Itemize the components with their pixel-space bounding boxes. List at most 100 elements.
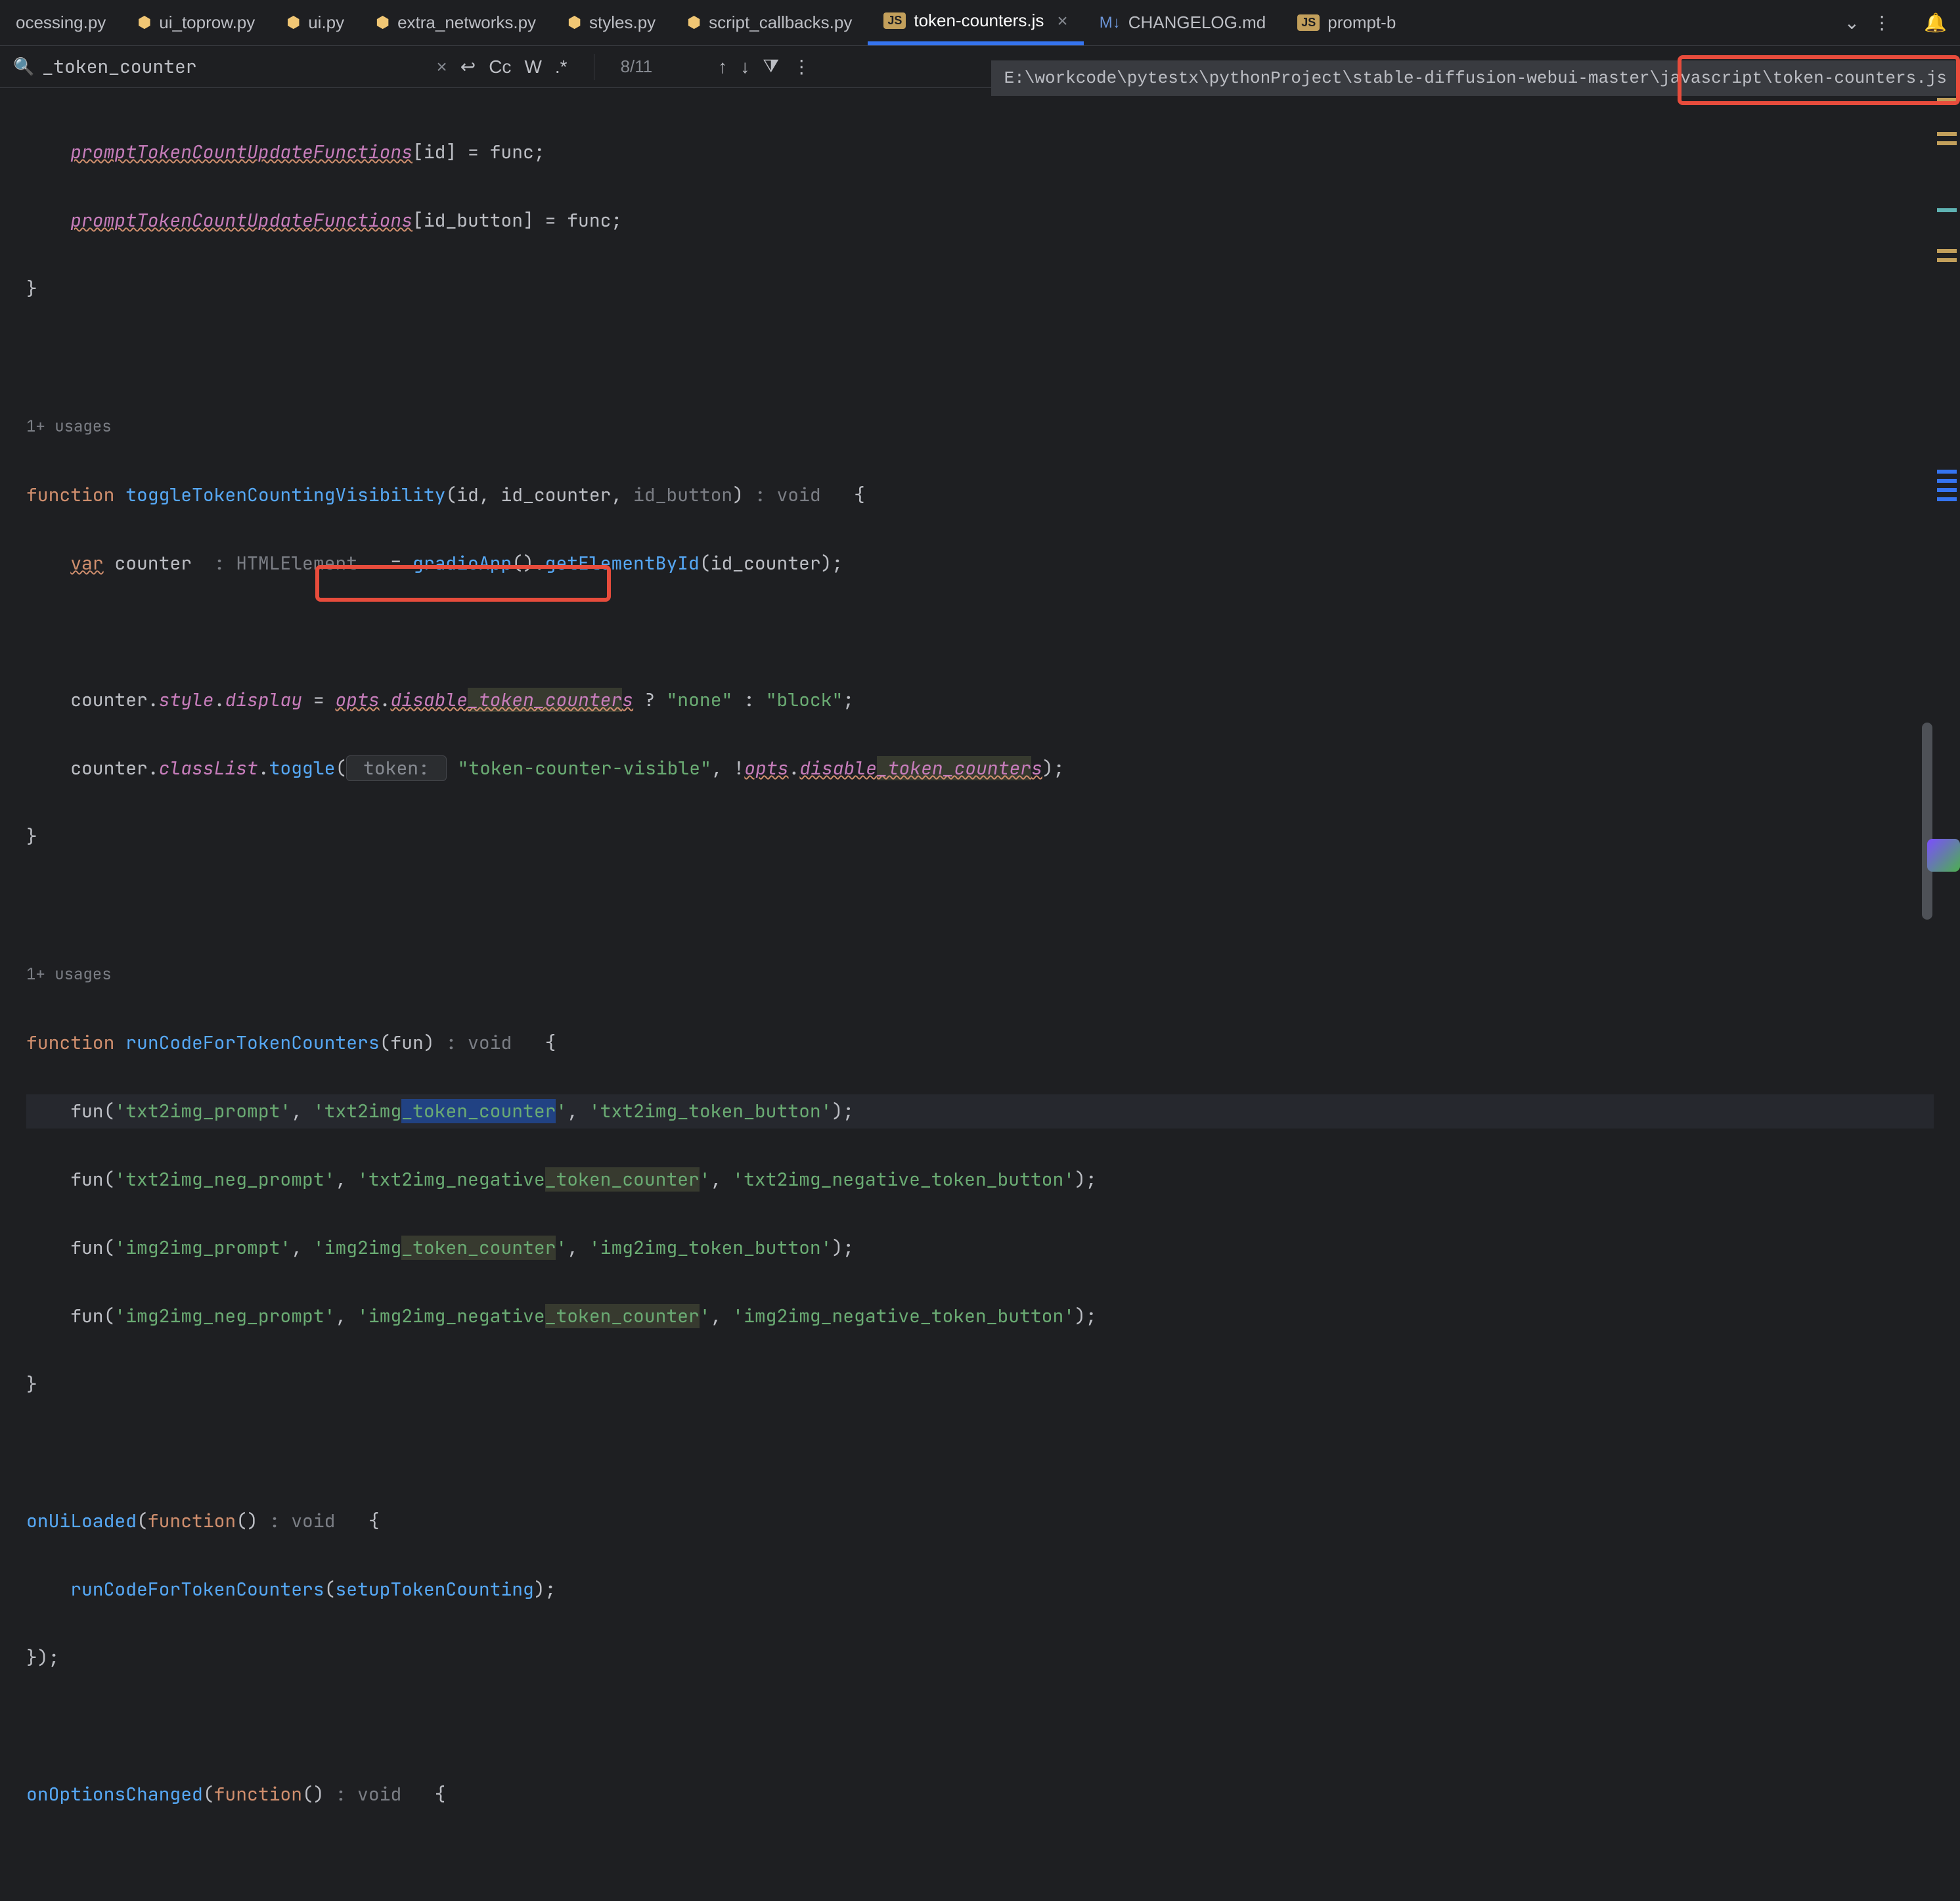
gutter-mark [1937, 258, 1957, 262]
gutter-mark [1937, 497, 1957, 501]
tab-label: prompt-b [1327, 12, 1396, 33]
string: 'txt2img_neg_prompt' [114, 1167, 335, 1192]
code-editor[interactable]: promptTokenCountUpdateFunctions[id] = fu… [0, 88, 1960, 1901]
python-icon: ⬢ [568, 13, 581, 32]
tab-changelog[interactable]: M↓CHANGELOG.md [1084, 0, 1282, 45]
python-icon: ⬢ [137, 13, 151, 32]
code-text: () [302, 1782, 324, 1806]
gutter-mark [1937, 132, 1957, 136]
string: 'img2img_token_counter' [313, 1236, 567, 1260]
type-hint: : void [324, 1782, 412, 1806]
string: 'txt2img_negative_token_counter' [357, 1167, 711, 1192]
tab-prompt[interactable]: JSprompt-b [1281, 0, 1412, 45]
code-brace: } [26, 277, 37, 301]
tab-label: script_callbacks.py [709, 12, 852, 33]
filter-icon[interactable]: ⧩ [763, 56, 779, 78]
code-prop: disable_token_counters [799, 756, 1042, 780]
close-icon[interactable]: × [1057, 11, 1067, 32]
gutter-mark [1937, 249, 1957, 253]
tab-label: ui.py [308, 12, 344, 33]
regex-toggle[interactable]: .* [555, 56, 568, 78]
code-prop: display [225, 688, 302, 712]
gutter-mark [1937, 98, 1957, 102]
tab-script-callbacks[interactable]: ⬢script_callbacks.py [671, 0, 868, 45]
code-text: () [236, 1509, 258, 1533]
code-text: = [368, 551, 412, 575]
function-call: toggle [269, 756, 336, 780]
more-icon[interactable]: ⋮ [1873, 12, 1891, 34]
tab-label: CHANGELOG.md [1128, 12, 1266, 33]
code-text: : [732, 688, 765, 712]
search-input[interactable] [42, 55, 436, 79]
string: 'txt2img_prompt' [114, 1099, 291, 1123]
word-toggle[interactable]: W [524, 56, 541, 78]
keyword: function [214, 1782, 302, 1806]
keyword: function [26, 1031, 114, 1055]
code-text: ? [633, 688, 666, 712]
scrollbar[interactable] [1922, 723, 1932, 920]
string: "none" [667, 688, 733, 712]
tab-token-counters[interactable]: JStoken-counters.js× [868, 0, 1083, 45]
code-text: }); [26, 1645, 59, 1670]
history-icon[interactable]: ↩ [460, 56, 476, 78]
gutter-mark [1937, 208, 1957, 212]
code-prop: classList [159, 756, 258, 780]
string: 'txt2img_token_counter' [313, 1099, 567, 1123]
tab-ui-toprow[interactable]: ⬢ ui_toprow.py [122, 0, 271, 45]
code-prop: opts [744, 756, 788, 780]
next-match-icon[interactable]: ↓ [740, 56, 749, 78]
keyword: function [26, 483, 114, 507]
code-brace: } [26, 824, 37, 849]
code-text: , ! [711, 756, 744, 780]
prev-match-icon[interactable]: ↑ [718, 56, 727, 78]
code-text: [id] = func; [412, 140, 545, 164]
function-call: fun [70, 1304, 103, 1328]
function-call: fun [70, 1099, 103, 1123]
code-prop: disable_token_counters [390, 688, 633, 712]
type-hint: : void [435, 1031, 523, 1055]
code-text: = [302, 688, 335, 712]
string: 'img2img_neg_prompt' [114, 1304, 335, 1328]
code-prop: opts [335, 688, 379, 712]
clear-search-icon[interactable]: × [436, 56, 447, 78]
keyword: function [148, 1509, 236, 1533]
string: "block" [766, 688, 843, 712]
string: 'img2img_negative_token_counter' [357, 1304, 711, 1328]
tab-ui[interactable]: ⬢ui.py [271, 0, 360, 45]
more-options-icon[interactable]: ⋮ [792, 56, 811, 78]
tab-extra-networks[interactable]: ⬢extra_networks.py [360, 0, 552, 45]
usages-hint[interactable]: 1+ usages [26, 964, 112, 985]
tab-label: extra_networks.py [397, 12, 536, 33]
tab-processing[interactable]: ocessing.py [0, 0, 122, 45]
tab-styles[interactable]: ⬢ styles.py [552, 0, 671, 45]
function-call: runCodeForTokenCounters [70, 1577, 324, 1601]
code-prop: promptTokenCountUpdateFunctions [70, 208, 412, 233]
function-call: onOptionsChanged [26, 1782, 203, 1806]
tab-label: ui_toprow.py [159, 12, 255, 33]
code-prop: style [159, 688, 214, 712]
function-call: fun [70, 1167, 103, 1192]
code-brace: { [832, 483, 864, 507]
keyword: var [70, 551, 103, 575]
string: "token-counter-visible" [457, 756, 711, 780]
type-hint: : void [744, 483, 832, 507]
code-text: ) [732, 483, 744, 507]
string: 'txt2img_negative_token_button' [732, 1167, 1075, 1192]
ai-assistant-icon[interactable] [1927, 839, 1960, 872]
search-count: 8/11 [621, 56, 653, 77]
usages-hint[interactable]: 1+ usages [26, 416, 112, 437]
gutter-mark [1937, 488, 1957, 492]
type-hint: : void [258, 1509, 346, 1533]
code-text: [id_button] = func; [412, 208, 622, 233]
case-toggle[interactable]: Cc [489, 56, 511, 78]
minimap-gutter[interactable] [1934, 89, 1960, 501]
chevron-down-icon[interactable]: ⌄ [1844, 12, 1860, 34]
bell-icon[interactable]: 🔔 [1924, 12, 1947, 34]
function-call: gradioApp [412, 551, 512, 575]
param: id_button [633, 483, 732, 507]
function-name: runCodeForTokenCounters [125, 1031, 379, 1055]
tab-label: styles.py [589, 12, 656, 33]
code-brace: } [26, 1372, 37, 1397]
code-prop: promptTokenCountUpdateFunctions [70, 140, 412, 164]
function-name: toggleTokenCountingVisibility [125, 483, 445, 507]
